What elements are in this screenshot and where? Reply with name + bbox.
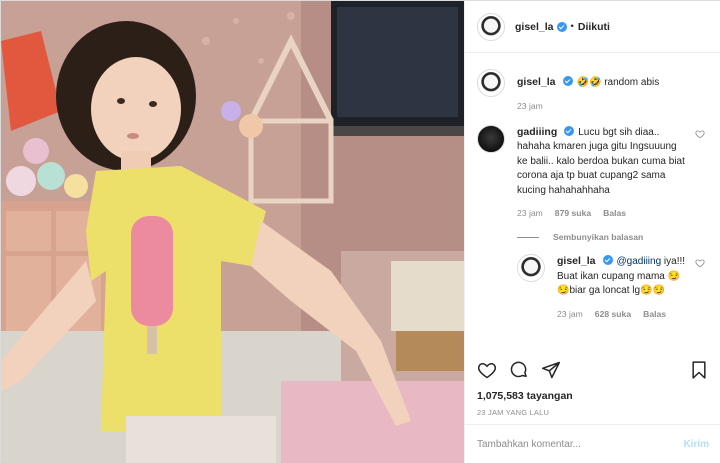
following-button[interactable]: Diikuti xyxy=(578,21,610,33)
caption-text: gisel_la 🤣🤣 random abis xyxy=(517,75,659,91)
comment-text: gadiiing Lucu bgt sih diaa.. hahaha kmare… xyxy=(517,125,687,199)
post-actions: 1,075,583 tayangan 23 JAM YANG LALU xyxy=(465,354,720,417)
comment-row: gadiiing Lucu bgt sih diaa.. hahaha kmare… xyxy=(477,124,709,218)
reply-like-heart-icon[interactable] xyxy=(695,258,705,268)
profile-avatar[interactable] xyxy=(477,12,505,41)
add-comment-bar: Kirim xyxy=(465,424,720,463)
action-icons-row xyxy=(477,354,709,386)
caption-username[interactable]: gisel_la xyxy=(517,76,556,88)
reply-meta: 23 jam 628 suka Balas xyxy=(557,309,687,319)
comment-time[interactable]: 23 jam xyxy=(517,208,543,218)
reply-row: gisel_la @gadiiing iya!!! Buat ikan cupan… xyxy=(517,254,709,319)
comment-input[interactable] xyxy=(477,439,684,450)
share-icon[interactable] xyxy=(541,360,561,380)
comments-list[interactable]: gisel_la 🤣🤣 random abis 23 jam gadiiing Lu… xyxy=(465,54,720,367)
caption-body: 🤣🤣 random abis xyxy=(576,77,660,88)
caption-meta: 23 jam xyxy=(517,101,659,111)
hide-replies-line xyxy=(517,236,539,238)
video-frame-image xyxy=(1,1,464,463)
post-side-panel: gisel_la • Diikuti gisel_la 🤣🤣 random abi… xyxy=(464,1,720,463)
comment-meta: 23 jam 879 suka Balas xyxy=(517,208,687,218)
comment-username[interactable]: gadiiing xyxy=(517,126,557,138)
verified-badge-icon xyxy=(556,21,567,32)
comment-icon[interactable] xyxy=(509,360,529,380)
verified-badge-icon xyxy=(562,76,573,86)
comment-reply-button[interactable]: Balas xyxy=(603,208,626,218)
post-date[interactable]: 23 JAM YANG LALU xyxy=(477,408,709,417)
reply-username[interactable]: gisel_la xyxy=(557,255,596,267)
hide-replies-toggle[interactable]: Sembunyikan balasan xyxy=(517,232,709,242)
reply-time[interactable]: 23 jam xyxy=(557,309,583,319)
comment-like-heart-icon[interactable] xyxy=(695,129,705,139)
comment-likes[interactable]: 879 suka xyxy=(555,208,591,218)
reply-mention-link[interactable]: @gadiiing xyxy=(617,256,662,267)
reply-likes[interactable]: 628 suka xyxy=(595,309,631,319)
verified-badge-icon xyxy=(602,255,613,265)
reply-text: gisel_la @gadiiing iya!!! Buat ikan cupan… xyxy=(557,254,687,299)
verified-badge-icon xyxy=(564,125,575,136)
bookmark-icon[interactable] xyxy=(689,360,709,380)
header-username[interactable]: gisel_la xyxy=(515,21,554,33)
post-viewer: gisel_la • Diikuti gisel_la 🤣🤣 random abi… xyxy=(0,0,720,463)
reply-reply-button[interactable]: Balas xyxy=(643,309,666,319)
post-header: gisel_la • Diikuti xyxy=(465,1,720,53)
hide-replies-label[interactable]: Sembunyikan balasan xyxy=(553,232,643,242)
caption-avatar[interactable] xyxy=(477,69,505,97)
reply-avatar[interactable] xyxy=(517,254,545,282)
heart-icon[interactable] xyxy=(477,360,497,380)
view-count[interactable]: 1,075,583 tayangan xyxy=(477,390,709,402)
video-player[interactable] xyxy=(1,1,464,463)
caption-row: gisel_la 🤣🤣 random abis 23 jam xyxy=(477,69,709,111)
caption-time[interactable]: 23 jam xyxy=(517,101,543,111)
post-comment-button[interactable]: Kirim xyxy=(683,439,709,450)
comment-avatar[interactable] xyxy=(477,124,505,153)
header-separator: • xyxy=(570,21,574,32)
